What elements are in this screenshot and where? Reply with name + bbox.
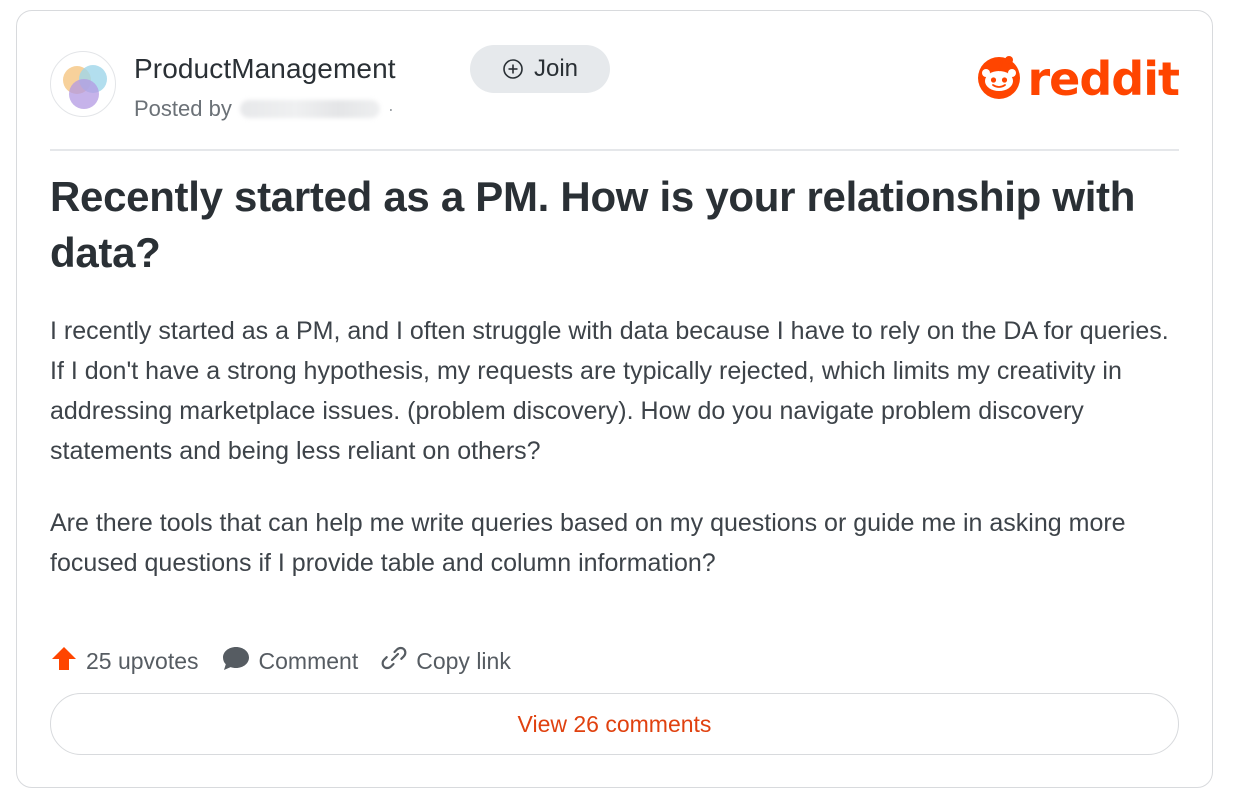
reddit-wordmark: reddit (1027, 51, 1180, 106)
plus-circle-icon (502, 58, 524, 80)
posted-by-label: Posted by (134, 96, 232, 121)
subreddit-avatar-image (63, 65, 107, 109)
upvote-button[interactable]: 25 upvotes (50, 644, 199, 678)
separator-dot: · (387, 98, 394, 119)
join-label: Join (533, 55, 579, 82)
comment-button[interactable]: Comment (221, 644, 359, 678)
copy-link-label: Copy link (416, 647, 511, 674)
post-card: ProductManagement Join Posted by · reddi… (16, 10, 1213, 788)
post-body-paragraph-1: I recently started as a PM, and I often … (50, 317, 1169, 465)
subreddit-avatar[interactable] (50, 51, 116, 117)
upvote-arrow-icon (50, 644, 78, 678)
post-actions: 25 upvotes Comment Copy link (50, 641, 533, 681)
reddit-snoo-icon (974, 51, 1024, 106)
join-button[interactable]: Join (470, 45, 610, 93)
comment-bubble-icon (221, 644, 251, 678)
view-comments-label: View 26 comments (517, 710, 712, 737)
upvotes-count: 25 upvotes (86, 647, 199, 674)
copy-link-button[interactable]: Copy link (380, 644, 511, 678)
subreddit-name[interactable]: ProductManagement (134, 53, 396, 85)
post-header: ProductManagement Join Posted by · reddi… (50, 45, 1180, 149)
comment-label: Comment (258, 647, 359, 674)
reddit-logo: reddit (974, 51, 1180, 106)
post-title[interactable]: Recently started as a PM. How is your re… (50, 169, 1180, 281)
link-icon (380, 644, 408, 678)
view-comments-button[interactable]: View 26 comments (50, 693, 1179, 755)
post-body-paragraph-2: Are there tools that can help me write q… (50, 509, 1126, 577)
header-divider (50, 149, 1179, 151)
posted-by-line: Posted by · (134, 96, 394, 122)
blurred-username (239, 100, 380, 118)
